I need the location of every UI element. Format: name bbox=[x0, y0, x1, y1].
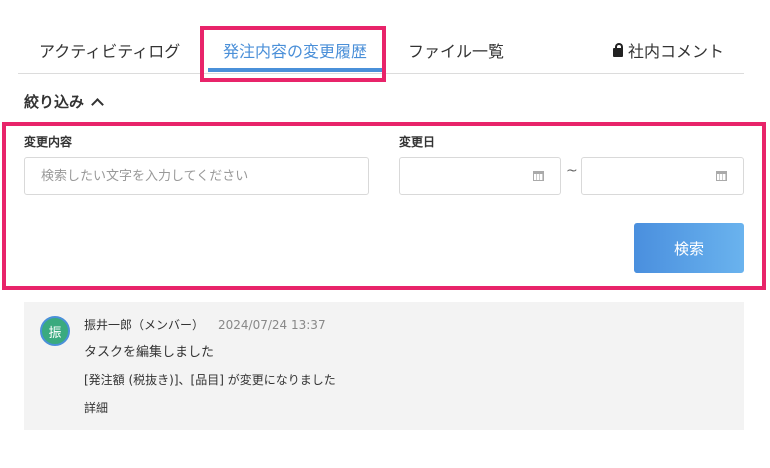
change-date-label: 変更日 bbox=[399, 135, 436, 149]
avatar: 振 bbox=[40, 316, 70, 346]
activity-detail: [発注額 (税抜き)]、[品目] が変更になりました bbox=[84, 373, 336, 387]
change-content-label: 変更内容 bbox=[24, 135, 73, 149]
date-from-input[interactable] bbox=[399, 157, 561, 195]
search-button[interactable]: 検索 bbox=[634, 223, 744, 273]
tab-internal-comment-label: 社内コメント bbox=[627, 42, 724, 61]
activity-user: 振井一郎（メンバー） bbox=[84, 318, 205, 332]
change-content-input[interactable] bbox=[25, 158, 368, 194]
tab-file-list[interactable]: ファイル一覧 bbox=[408, 38, 504, 62]
activity-detail-link[interactable]: 詳細 bbox=[84, 399, 108, 416]
filter-toggle[interactable]: 絞り込み bbox=[24, 91, 104, 112]
tab-activity-log[interactable]: アクティビティログ bbox=[39, 38, 180, 62]
tab-internal-comment[interactable]: 社内コメント bbox=[612, 38, 724, 62]
filter-toggle-label: 絞り込み bbox=[24, 93, 85, 111]
activity-entry: 振 振井一郎（メンバー） 2024/07/24 13:37 タスクを編集しました … bbox=[24, 302, 744, 430]
activity-header: 振井一郎（メンバー） 2024/07/24 13:37 bbox=[84, 316, 326, 333]
date-to-input[interactable] bbox=[581, 157, 744, 195]
change-content-field bbox=[24, 157, 369, 195]
activity-timestamp: 2024/07/24 13:37 bbox=[218, 318, 326, 332]
chevron-up-icon bbox=[91, 97, 104, 111]
calendar-icon[interactable] bbox=[716, 171, 727, 181]
calendar-icon[interactable] bbox=[533, 171, 544, 181]
date-range-separator: ~ bbox=[566, 163, 578, 179]
highlight-box-tab bbox=[200, 26, 386, 82]
lock-icon bbox=[612, 43, 623, 57]
activity-title: タスクを編集しました bbox=[84, 345, 215, 360]
